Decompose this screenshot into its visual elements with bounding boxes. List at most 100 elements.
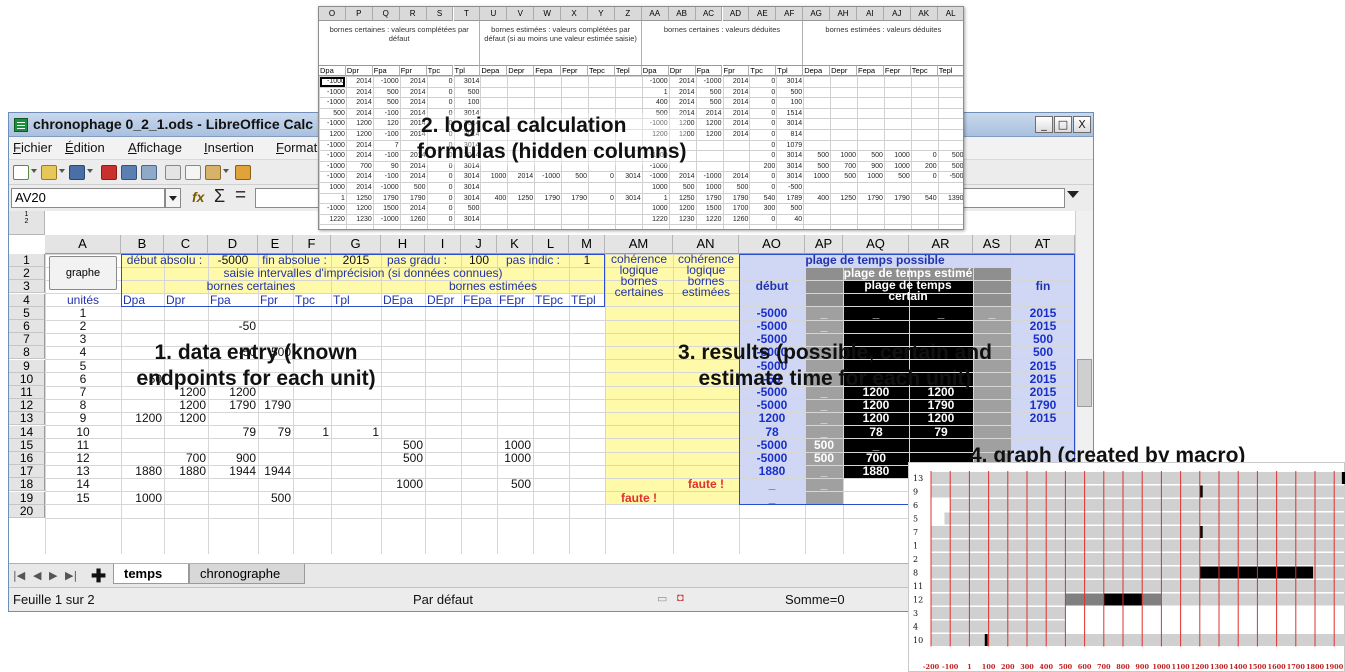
- column-header-aq[interactable]: AQ: [843, 235, 909, 254]
- clone-formatting-icon[interactable]: [235, 165, 251, 180]
- unit-cell[interactable]: 10: [45, 426, 121, 439]
- selection-mode-icon[interactable]: ▭: [657, 592, 667, 605]
- tab-temps[interactable]: temps: [113, 564, 189, 584]
- column-header-g[interactable]: G: [331, 235, 381, 254]
- column-header-ar[interactable]: AR: [909, 235, 973, 254]
- data-cell[interactable]: 1000: [497, 452, 533, 465]
- column-header-j[interactable]: J: [461, 235, 497, 254]
- menu-insertion[interactable]: Insertion: [204, 140, 254, 155]
- expand-formula-bar-icon[interactable]: [1067, 191, 1079, 198]
- data-cell[interactable]: 500: [497, 478, 533, 491]
- unit-cell[interactable]: 12: [45, 452, 121, 465]
- debut-absolu-value[interactable]: -5000: [208, 254, 258, 267]
- save-icon[interactable]: [69, 165, 85, 180]
- unit-cell[interactable]: 15: [45, 492, 121, 505]
- row-header[interactable]: 12: [9, 399, 45, 413]
- name-box[interactable]: AV20: [11, 188, 165, 208]
- data-cell[interactable]: 1944: [208, 465, 258, 478]
- menu-edition[interactable]: Édition: [65, 140, 105, 155]
- first-sheet-icon[interactable]: |◀: [13, 569, 25, 582]
- data-cell[interactable]: 1880: [164, 465, 208, 478]
- unit-cell[interactable]: 2: [45, 320, 121, 333]
- save-dropdown-icon[interactable]: [87, 169, 93, 173]
- column-header-as[interactable]: AS: [973, 235, 1011, 254]
- column-header-h[interactable]: H: [381, 235, 425, 254]
- print-icon[interactable]: [121, 165, 137, 180]
- column-header-d[interactable]: D: [208, 235, 258, 254]
- column-header-k[interactable]: K: [497, 235, 533, 254]
- new-document-icon[interactable]: [13, 165, 29, 180]
- formula-icon[interactable]: =: [235, 185, 246, 207]
- row-header[interactable]: 6: [9, 320, 45, 333]
- data-cell[interactable]: 1944: [258, 465, 293, 478]
- row-header[interactable]: 17: [9, 465, 45, 479]
- pas-indic-value[interactable]: 1: [569, 254, 605, 267]
- row-header[interactable]: 13: [9, 412, 45, 426]
- minimize-button[interactable]: _: [1035, 116, 1053, 133]
- open-folder-icon[interactable]: [41, 165, 57, 180]
- copy-icon[interactable]: [185, 165, 201, 180]
- unit-cell[interactable]: 14: [45, 478, 121, 491]
- row-header[interactable]: 4: [9, 293, 45, 307]
- row-header[interactable]: 1: [9, 254, 45, 267]
- maximize-button[interactable]: □: [1054, 116, 1072, 133]
- row-header[interactable]: 20: [9, 504, 45, 518]
- data-cell[interactable]: 1200: [164, 412, 208, 425]
- sum-icon[interactable]: Σ: [214, 186, 225, 207]
- add-sheet-icon[interactable]: ✚: [91, 566, 106, 587]
- column-header-b[interactable]: B: [121, 235, 164, 254]
- data-cell[interactable]: 700: [164, 452, 208, 465]
- data-cell[interactable]: 1200: [121, 412, 164, 425]
- name-box-dropdown-icon[interactable]: [165, 188, 181, 208]
- close-button[interactable]: X: [1073, 116, 1091, 133]
- data-cell[interactable]: 1: [293, 426, 331, 439]
- column-header-m[interactable]: M: [569, 235, 605, 254]
- column-header-l[interactable]: L: [533, 235, 569, 254]
- row-header[interactable]: 9: [9, 359, 45, 373]
- unit-cell[interactable]: 13: [45, 465, 121, 478]
- row-header[interactable]: 19: [9, 491, 45, 505]
- unit-cell[interactable]: 8: [45, 399, 121, 412]
- menu-format[interactable]: Format: [276, 140, 317, 155]
- row-header[interactable]: 15: [9, 438, 45, 452]
- print-preview-icon[interactable]: [141, 165, 157, 180]
- data-cell[interactable]: 1200: [164, 399, 208, 412]
- data-cell[interactable]: 79: [208, 426, 258, 439]
- next-sheet-icon[interactable]: ▶: [49, 569, 57, 582]
- row-header[interactable]: 3: [9, 280, 45, 294]
- column-header-f[interactable]: F: [293, 235, 331, 254]
- data-cell[interactable]: 1790: [208, 399, 258, 412]
- menu-affichage[interactable]: Affichage: [128, 140, 182, 155]
- column-header-e[interactable]: E: [258, 235, 293, 254]
- data-cell[interactable]: 500: [381, 452, 425, 465]
- cut-icon[interactable]: [165, 165, 181, 180]
- row-header[interactable]: 18: [9, 478, 45, 492]
- tab-chronographe[interactable]: chronographe: [189, 564, 305, 584]
- column-header-am[interactable]: AM: [605, 235, 673, 254]
- column-header-c[interactable]: C: [164, 235, 208, 254]
- unit-cell[interactable]: 1: [45, 307, 121, 320]
- row-header[interactable]: 2: [9, 267, 45, 281]
- page-style[interactable]: Par défaut: [413, 592, 473, 607]
- data-cell[interactable]: 1000: [121, 492, 164, 505]
- new-dropdown-icon[interactable]: [31, 169, 37, 173]
- fin-absolue-value[interactable]: 2015: [331, 254, 381, 267]
- row-header[interactable]: 8: [9, 346, 45, 360]
- export-pdf-icon[interactable]: [101, 165, 117, 180]
- data-cell[interactable]: 1000: [381, 478, 425, 491]
- sum-status[interactable]: Somme=0: [785, 592, 845, 607]
- graphe-button[interactable]: graphe: [49, 256, 117, 290]
- data-cell[interactable]: 500: [381, 439, 425, 452]
- pas-gradu-value[interactable]: 100: [461, 254, 497, 267]
- data-cell[interactable]: 1790: [258, 399, 293, 412]
- column-header-i[interactable]: I: [425, 235, 461, 254]
- row-header[interactable]: 11: [9, 386, 45, 399]
- row-header[interactable]: 16: [9, 452, 45, 465]
- last-sheet-icon[interactable]: ▶|: [65, 569, 77, 582]
- select-all-corner[interactable]: 12: [9, 211, 45, 235]
- paste-icon[interactable]: [205, 165, 221, 180]
- data-cell[interactable]: -50: [208, 320, 258, 333]
- data-cell[interactable]: 500: [258, 492, 293, 505]
- data-cell[interactable]: 79: [258, 426, 293, 439]
- vertical-scroll-thumb[interactable]: [1077, 359, 1092, 407]
